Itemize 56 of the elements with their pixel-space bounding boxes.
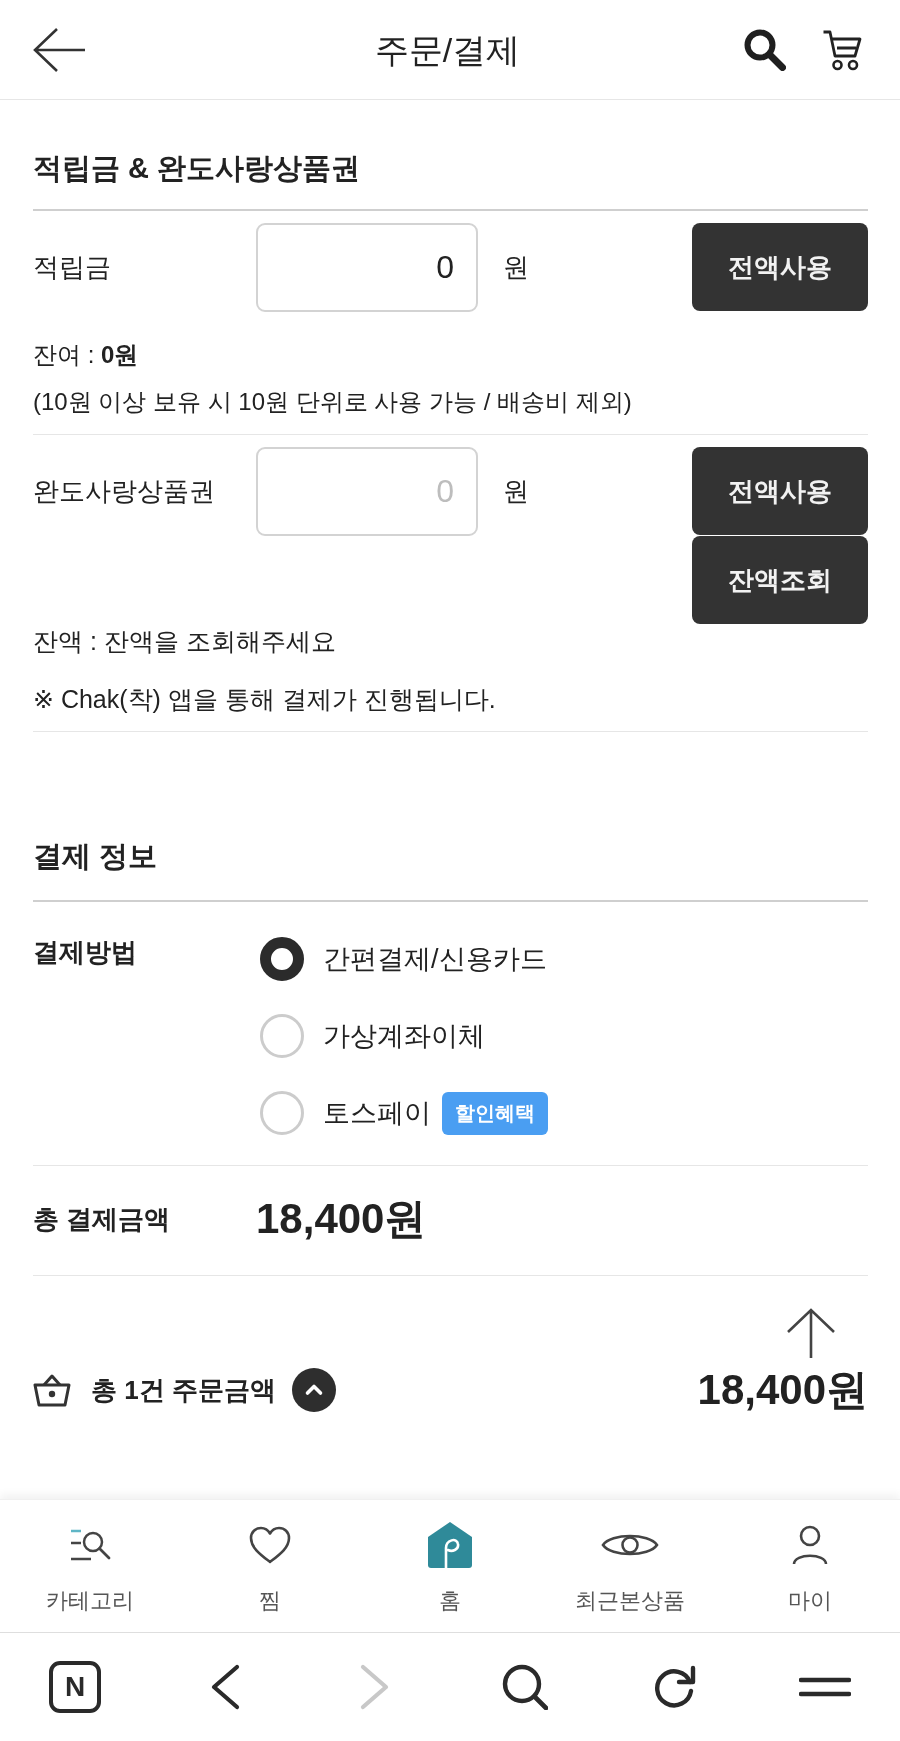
note-text: 잔액 : 잔액을 조회해주세요	[33, 626, 336, 657]
page-title: 주문/결제	[374, 29, 521, 71]
nav-item[interactable]: 카테고리	[15, 1500, 165, 1632]
option-label[interactable]: 간편결제/신용카드	[323, 941, 547, 977]
discount-badge: 할인혜택	[442, 1091, 548, 1135]
scroll-top-button[interactable]	[786, 1308, 836, 1358]
note-text: 잔여 : 0원	[33, 340, 139, 370]
order-total-amount: 18,400원	[697, 1366, 868, 1414]
arrow-up-icon	[786, 1308, 836, 1358]
back-button[interactable]	[33, 26, 85, 73]
expand-button[interactable]	[291, 1368, 336, 1412]
use-all-button[interactable]: 전액사용	[692, 223, 868, 311]
balance-check-button[interactable]: 잔액조회	[692, 536, 868, 624]
amount-input-field[interactable]: 0	[256, 223, 478, 312]
person-icon	[792, 1525, 828, 1565]
menu-button[interactable]	[799, 1677, 851, 1697]
home-icon	[427, 1521, 473, 1569]
nav-item[interactable]: 마이	[735, 1500, 885, 1632]
unit-label: 원	[503, 475, 529, 508]
use-all-button[interactable]: 전액사용	[692, 447, 868, 535]
radio-icon[interactable]	[260, 937, 304, 981]
cart-button[interactable]	[822, 28, 862, 71]
section-title: 적립금 & 완도사랑상품권	[33, 151, 361, 186]
option-label[interactable]: 가상계좌이체	[323, 1018, 485, 1054]
back-arrow-icon	[33, 26, 85, 73]
note-text: (10원 이상 보유 시 10원 단위로 사용 가능 / 배송비 제외)	[33, 387, 632, 417]
nav-item[interactable]: 찜	[195, 1500, 345, 1632]
total-amount: 18,400원	[256, 1194, 427, 1244]
heart-icon	[249, 1526, 291, 1564]
basket-icon	[33, 1373, 71, 1407]
option-label[interactable]: 토스페이	[323, 1095, 431, 1131]
search-icon	[502, 1664, 548, 1710]
total-label: 총 결제금액	[33, 1203, 171, 1236]
unit-label: 원	[503, 251, 529, 284]
nav-item[interactable]: 최근본상품	[555, 1500, 705, 1632]
amount-input-field[interactable]: 0	[256, 447, 478, 536]
chevron-left-icon	[210, 1664, 240, 1710]
browser-search-button[interactable]	[502, 1664, 548, 1710]
refresh-icon	[653, 1665, 697, 1709]
section-title: 결제 정보	[33, 839, 158, 874]
field-label: 적립금	[33, 251, 111, 284]
cart-icon	[822, 28, 862, 71]
menu-icon	[799, 1677, 851, 1697]
order-total-label: 총 1건 주문금액	[91, 1373, 276, 1407]
search-icon	[744, 28, 786, 71]
search-button[interactable]	[744, 28, 786, 71]
chevron-up-icon	[291, 1368, 336, 1412]
chevron-right-icon	[360, 1664, 390, 1710]
logo-button[interactable]: N	[49, 1661, 101, 1713]
browser-back-button[interactable]	[210, 1664, 240, 1710]
note-text: ※ Chak(착) 앱을 통해 결제가 진행됩니다.	[33, 684, 496, 715]
category-search-icon	[69, 1528, 111, 1562]
refresh-button[interactable]	[653, 1665, 697, 1709]
field-label: 완도사랑상품권	[33, 475, 215, 508]
nav-item[interactable]: 홈	[375, 1500, 525, 1632]
payment-method-label: 결제방법	[33, 937, 137, 967]
